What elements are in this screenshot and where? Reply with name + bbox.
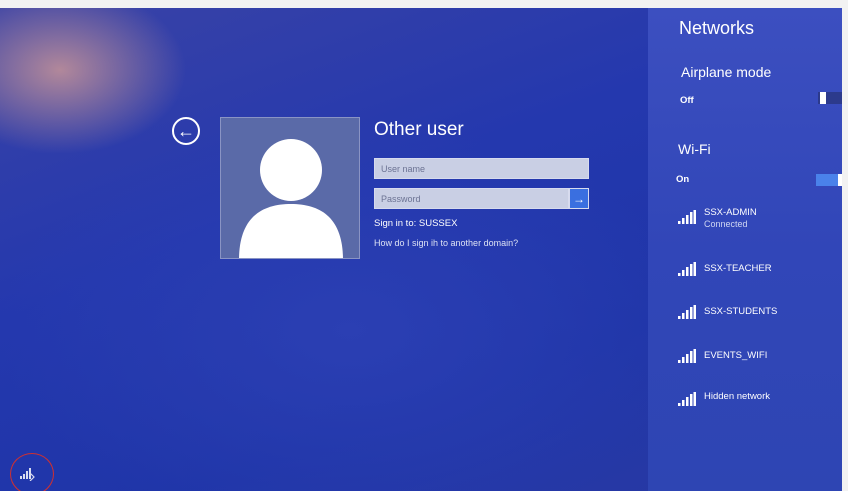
user-silhouette-icon xyxy=(239,139,343,258)
submit-arrow-button[interactable]: → xyxy=(569,188,589,209)
wifi-toggle[interactable] xyxy=(816,174,842,186)
screen-bezel-right xyxy=(842,0,848,491)
wifi-state: On xyxy=(676,174,690,185)
other-domain-link[interactable]: How do I sign ih to another domain? xyxy=(374,238,518,248)
network-signal-icon xyxy=(20,468,35,482)
networks-title: Networks xyxy=(679,18,755,38)
user-avatar-tile xyxy=(220,117,360,259)
wifi-signal-icon xyxy=(678,392,696,406)
password-input[interactable]: Password xyxy=(374,188,569,209)
screen-bezel-top xyxy=(0,0,848,8)
toggle-thumb xyxy=(820,92,826,104)
wifi-label: Wi-Fi xyxy=(678,141,711,157)
wifi-signal-icon xyxy=(678,262,696,276)
lock-screen: ← Other user User name Password → Sign i… xyxy=(0,0,848,491)
user-tile-title: Other user xyxy=(374,119,464,140)
network-name: SSX-ADMIN xyxy=(704,207,757,218)
network-name: EVENTS_WIFI xyxy=(704,350,768,361)
airplane-mode-state: Off xyxy=(680,95,694,106)
sign-in-domain-text: Sign in to: SUSSEX xyxy=(374,218,458,229)
network-status-button[interactable] xyxy=(18,465,38,482)
network-name: SSX-STUDENTS xyxy=(704,306,778,317)
wifi-signal-icon xyxy=(678,305,696,319)
airplane-mode-label: Airplane mode xyxy=(681,64,772,80)
networks-panel: Networks Airplane mode Off Wi-Fi On SSX-… xyxy=(648,8,842,491)
network-name: SSX-TEACHER xyxy=(704,263,772,274)
network-status: Connected xyxy=(704,219,748,229)
wifi-signal-icon xyxy=(678,210,696,224)
back-arrow-icon[interactable]: ← xyxy=(172,117,200,145)
airplane-mode-toggle[interactable] xyxy=(818,92,842,104)
wifi-signal-icon xyxy=(678,349,696,363)
username-input[interactable]: User name xyxy=(374,158,589,179)
network-name: Hidden network xyxy=(704,391,771,402)
